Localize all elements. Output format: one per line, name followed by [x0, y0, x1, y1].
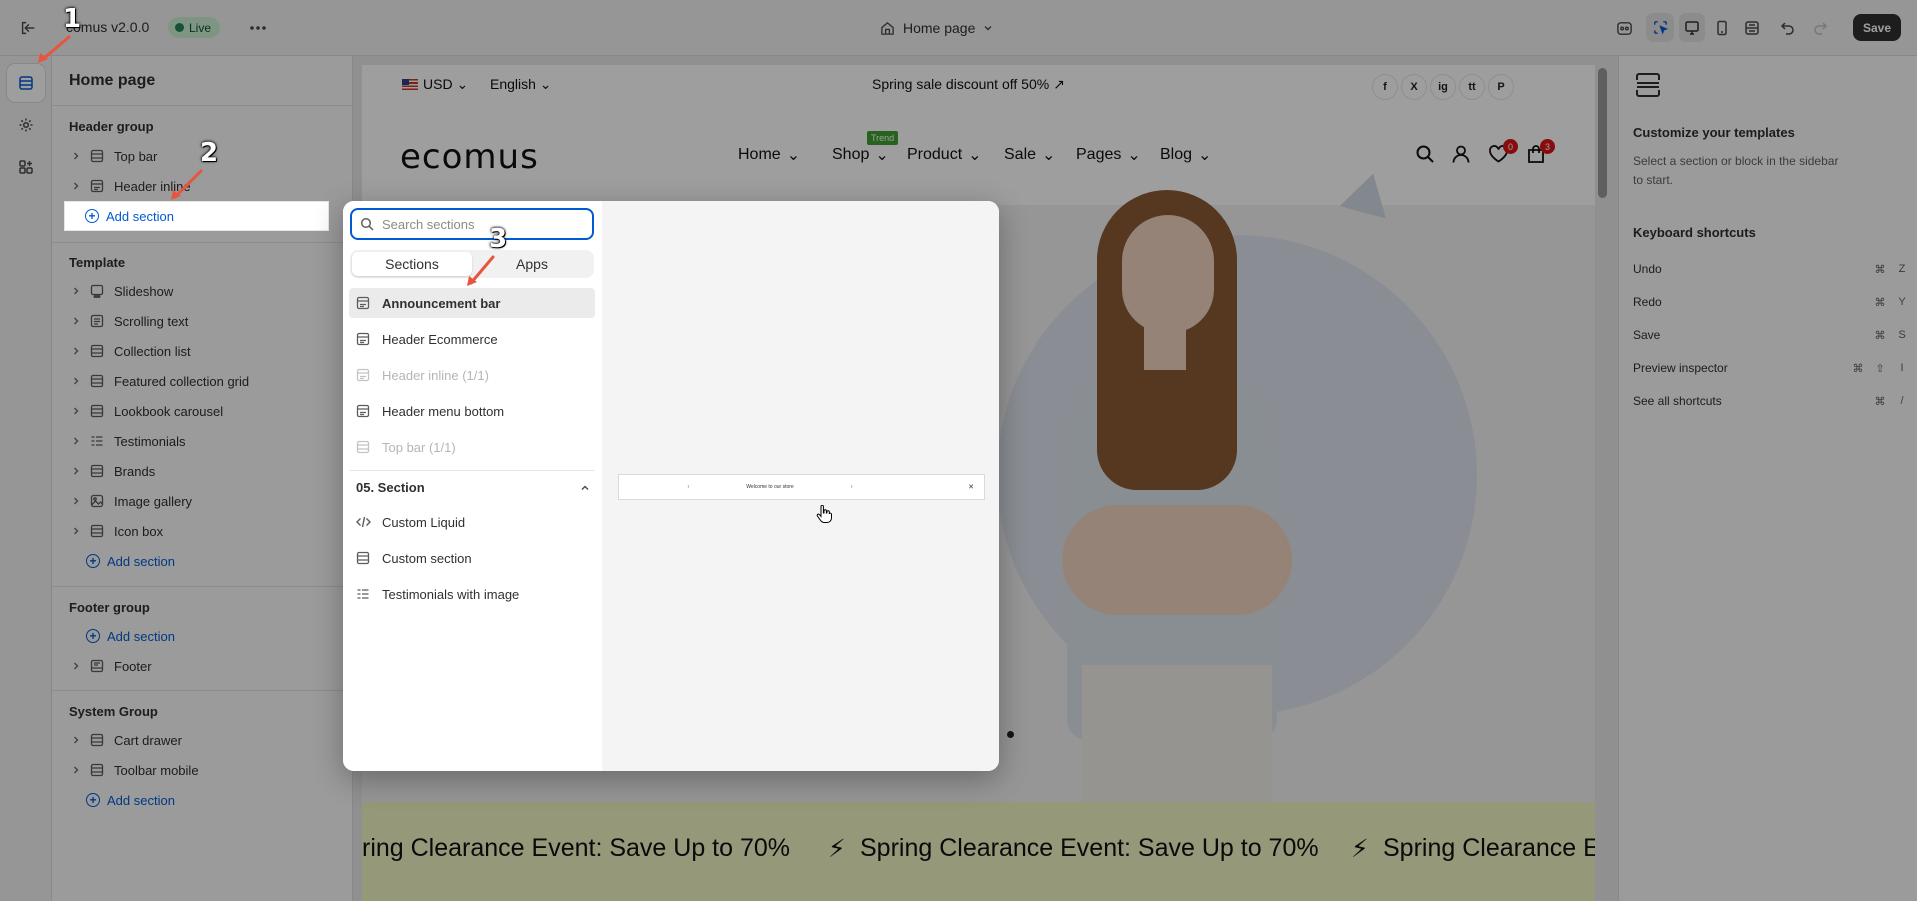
picker-item-announcement-bar[interactable]: Announcement bar — [349, 288, 595, 318]
picker-group-title: 05. Section — [356, 480, 425, 495]
picker-item-testimonials-with-image[interactable]: Testimonials with image — [349, 579, 595, 609]
header-icon — [356, 368, 372, 382]
step-2-arrow-icon — [171, 169, 203, 200]
picker-item-header-inline: Header inline (1/1) — [349, 360, 595, 390]
picker-item-custom-liquid[interactable]: Custom Liquid — [349, 507, 595, 537]
step-annotation-3: 3 — [489, 224, 508, 254]
search-icon — [360, 217, 374, 231]
thumb-welcome-text: Welcome to our store — [746, 484, 794, 490]
picker-item-label: Custom section — [382, 550, 472, 566]
picker-item-label: Header menu bottom — [382, 403, 505, 419]
picker-item-header-menu-bottom[interactable]: Header menu bottom — [349, 396, 595, 426]
thumb-left-arrow: ‹ — [687, 484, 690, 490]
thumb-spacer — [910, 484, 911, 490]
announcement-bar-preview-thumbnail: ‹ Welcome to our store › ✕ — [618, 474, 985, 500]
picker-item-label: Header Ecommerce — [382, 331, 498, 347]
tab-sections[interactable]: Sections — [352, 252, 472, 276]
picker-item-label: Testimonials with image — [382, 586, 520, 602]
thumb-close-icon: ✕ — [968, 484, 974, 491]
step-1-arrow-icon — [38, 35, 71, 63]
plus-circle-icon: + — [85, 209, 99, 223]
hand-pointer-cursor-icon — [816, 505, 832, 523]
picker-item-label: Top bar (1/1) — [382, 439, 456, 455]
thumb-right-arrow: › — [850, 484, 853, 490]
picker-item-label: Header inline (1/1) — [382, 367, 489, 383]
picker-item-label: Custom Liquid — [382, 514, 466, 530]
add-section-header-button-highlight[interactable]: + Add section — [65, 202, 328, 230]
divider — [350, 470, 594, 471]
code-icon — [356, 515, 372, 529]
picker-item-header-ecommerce[interactable]: Header Ecommerce — [349, 324, 595, 354]
section-icon — [356, 551, 372, 565]
step-annotation-2: 2 — [200, 138, 219, 168]
chevron-up-icon — [580, 483, 590, 493]
section-picker-popover: Sections Apps Announcement bar Header Ec… — [343, 201, 999, 771]
search-sections-input[interactable] — [382, 216, 572, 232]
header-icon — [356, 332, 372, 346]
add-section-label: Add section — [106, 208, 174, 224]
step-annotation-1: 1 — [63, 4, 82, 34]
picker-group-header[interactable]: 05. Section — [356, 480, 590, 495]
list-icon — [356, 587, 372, 601]
search-sections-field[interactable] — [350, 208, 594, 240]
picker-item-label: Announcement bar — [382, 295, 501, 311]
header-icon — [356, 296, 372, 310]
thumb-spacer — [629, 484, 630, 490]
header-icon — [356, 404, 372, 418]
picker-item-custom-section[interactable]: Custom section — [349, 543, 595, 573]
step-3-arrow-icon — [467, 255, 495, 286]
section-icon — [356, 440, 372, 454]
picker-item-top-bar: Top bar (1/1) — [349, 432, 595, 462]
